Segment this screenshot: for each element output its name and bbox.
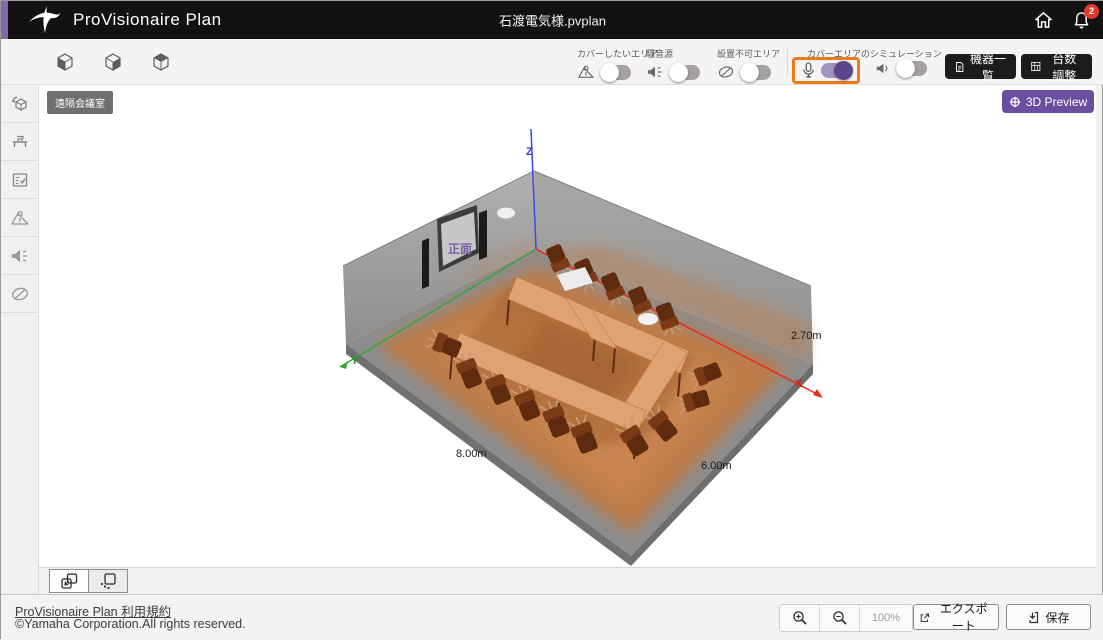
axis-x-label: X	[795, 378, 803, 390]
tab-plan-view[interactable]	[49, 569, 89, 593]
3d-preview-button[interactable]: 3D Preview	[1002, 90, 1094, 113]
sidebar-item-equipment-check-list[interactable]	[1, 161, 39, 199]
cover-area-toggle[interactable]	[601, 65, 631, 80]
brand-name: ProVisionaire Plan	[73, 10, 222, 30]
toolbar: カバーしたいエリア 騒音源 設置不可エリア	[1, 39, 1103, 85]
top-bar: ProVisionaire Plan 石渡電気様.pvplan 2	[1, 1, 1103, 39]
cube-right-face-icon[interactable]	[103, 52, 123, 72]
save-icon	[1027, 611, 1039, 624]
toggle-label: 設置不可エリア	[717, 47, 780, 60]
noise-source-toggle[interactable]	[670, 65, 700, 80]
zoom-in-button[interactable]	[780, 605, 820, 631]
toggle-label: 騒音源	[646, 47, 700, 60]
3d-scene-viewport[interactable]: Y X Z 正面	[39, 85, 1096, 567]
furniture-icon	[10, 132, 30, 152]
equipment-list-button[interactable]: 機器一覧	[945, 54, 1016, 79]
sidebar-item-no-install-area[interactable]	[1, 275, 39, 313]
cover-area-icon	[577, 64, 595, 80]
toggle-group-noise-source: 騒音源	[646, 47, 700, 80]
provisionaire-logo-icon	[27, 5, 63, 35]
tab-area-view[interactable]	[88, 569, 128, 593]
microphone-icon	[802, 62, 815, 79]
dimension-height-label: 2.70m	[791, 330, 822, 342]
sidebar-item-3d-view[interactable]	[1, 85, 39, 123]
axis-y-label: Y	[351, 355, 359, 367]
zoom-out-button[interactable]	[820, 605, 860, 631]
3d-preview-icon	[1009, 96, 1021, 108]
zoom-in-icon	[792, 610, 808, 626]
cube-left-face-icon[interactable]	[55, 52, 75, 72]
check-list-icon	[10, 170, 30, 190]
plate-on-table	[638, 313, 658, 325]
grid-adjust-icon	[1031, 60, 1041, 73]
unit-adjust-label: 台数調整	[1047, 50, 1082, 84]
3d-preview-label: 3D Preview	[1026, 95, 1087, 109]
toggle-group-no-install-area: 設置不可エリア	[717, 47, 780, 80]
sidebar	[1, 85, 39, 594]
speaker-icon	[875, 61, 891, 76]
footer: ProVisionaire Plan 利用規約 ©Yamaha Corporat…	[1, 594, 1103, 640]
export-label: エクスポート	[935, 600, 992, 634]
no-install-area-toggle[interactable]	[741, 65, 771, 80]
document-icon	[955, 60, 964, 74]
dimension-width-label: 8.00m	[456, 448, 487, 460]
save-button[interactable]: 保存	[1006, 604, 1091, 630]
brand-purple-edge	[1, 1, 8, 39]
cover-area-icon	[10, 209, 30, 227]
equipment-list-label: 機器一覧	[970, 50, 1006, 84]
zoom-out-icon	[832, 610, 848, 626]
speaker-simulation-group	[875, 47, 927, 76]
screen-front-label: 正面	[448, 242, 472, 256]
sidebar-item-furniture[interactable]	[1, 123, 39, 161]
3d-view-icon	[10, 94, 30, 114]
plan-canvas: Y X Z 正面	[39, 85, 1096, 594]
area-view-tab-icon	[99, 572, 117, 590]
brand: ProVisionaire Plan	[27, 4, 222, 36]
no-install-area-icon	[717, 64, 735, 80]
wall-speaker	[497, 208, 515, 219]
speaker-simulation-toggle[interactable]	[897, 61, 927, 76]
copyright-text: ©Yamaha Corporation.All rights reserved.	[15, 617, 246, 631]
zoom-controls: 100%	[779, 604, 913, 632]
unit-adjust-button[interactable]: 台数調整	[1021, 54, 1092, 79]
sidebar-item-noise-source[interactable]	[1, 237, 39, 275]
export-button[interactable]: エクスポート	[913, 604, 999, 630]
mic-simulation-highlight	[792, 57, 860, 84]
view-tab-strip	[39, 567, 1096, 594]
plan-view-tab-icon	[60, 572, 78, 590]
notification-badge: 2	[1084, 4, 1099, 19]
sidebar-item-cover-area[interactable]	[1, 199, 39, 237]
axis-z-label: Z	[526, 146, 533, 158]
mic-simulation-toggle[interactable]	[821, 63, 851, 78]
room-name-badge: 遠隔会議室	[47, 91, 113, 114]
toolbar-divider	[787, 48, 788, 76]
notifications[interactable]: 2	[1073, 11, 1090, 30]
zoom-level-display: 100%	[860, 605, 912, 631]
noise-source-icon	[10, 247, 30, 265]
cube-top-face-icon[interactable]	[151, 52, 171, 72]
no-install-area-icon	[10, 285, 30, 303]
noise-source-icon	[646, 64, 664, 80]
home-icon[interactable]	[1034, 11, 1053, 30]
save-label: 保存	[1045, 609, 1069, 626]
dimension-depth-label: 6.00m	[701, 460, 732, 472]
document-title: 石渡電気様.pvplan	[499, 11, 606, 30]
export-icon	[920, 611, 929, 624]
